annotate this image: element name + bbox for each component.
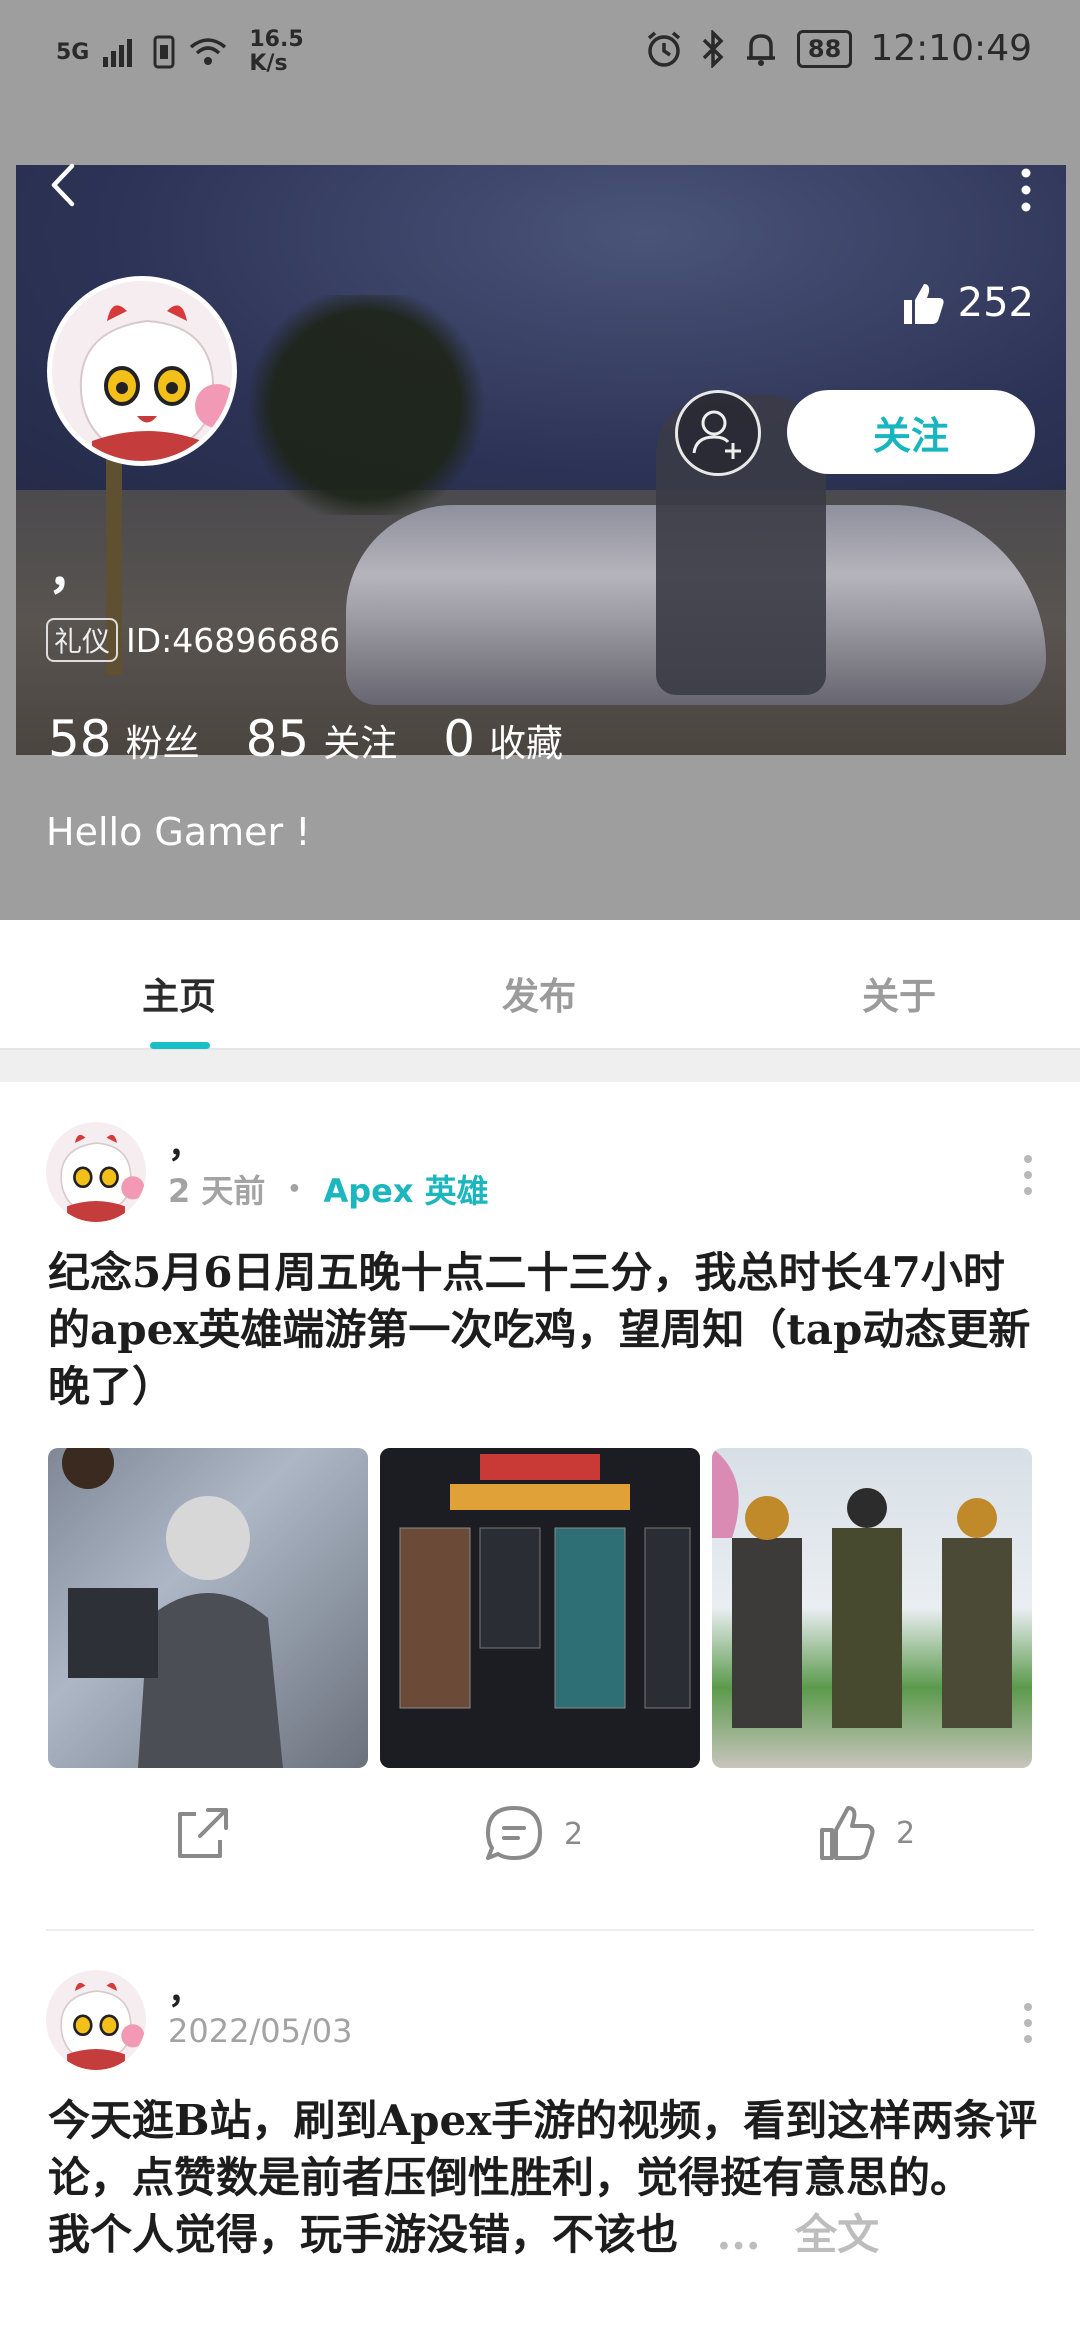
post-author-avatar[interactable] — [46, 1970, 146, 2070]
share-button[interactable] — [170, 1802, 232, 1864]
post-author-name[interactable]: ， — [168, 1118, 202, 1167]
profile-bio: Hello Gamer ! — [46, 810, 311, 854]
meta-separator: • — [287, 1176, 302, 1202]
post-text[interactable]: 今天逛B站，刷到Apex手游的视频，看到这样两条评论，点赞数是前者压倒性胜利，觉… — [48, 2092, 1038, 2263]
more-options-icon[interactable] — [1016, 165, 1036, 215]
profile-tabs: 主页 发布 关于 — [0, 920, 1080, 1050]
post-image[interactable] — [712, 1448, 1032, 1768]
post-time: 2 天前 — [168, 1172, 266, 1210]
profile-avatar[interactable] — [47, 276, 237, 466]
alarm-icon — [647, 31, 681, 67]
etiquette-badge: 礼仪 — [46, 618, 119, 662]
post-divider — [46, 1929, 1034, 1931]
followers-stat[interactable]: 58 粉丝 — [48, 710, 200, 768]
profile-id-row: 礼仪 ID:46896686 — [46, 618, 340, 662]
post-game-tag[interactable]: Apex 英雄 — [323, 1166, 488, 1212]
wifi-icon — [190, 38, 227, 65]
tab-about[interactable]: 关于 — [862, 966, 936, 1020]
thumb-up-icon — [903, 284, 944, 324]
post-actions: 2 2 — [0, 1802, 1080, 1892]
network-label: 5G — [56, 39, 90, 65]
post-author-avatar[interactable] — [46, 1122, 146, 1222]
sim-icon — [153, 35, 175, 69]
section-gap — [0, 1050, 1080, 1082]
active-tab-indicator — [150, 1042, 210, 1049]
post-more-icon[interactable] — [1022, 1154, 1034, 1196]
add-user-icon — [692, 410, 741, 459]
post-meta: 2022/05/03 — [168, 2012, 352, 2050]
like-count: 2 — [896, 1815, 916, 1851]
post-images — [48, 1448, 1032, 1768]
add-friend-button[interactable] — [675, 390, 761, 476]
network-speed: 16.5 K/s — [249, 27, 304, 76]
following-stat[interactable]: 85 关注 — [246, 710, 398, 768]
post-more-icon[interactable] — [1022, 2002, 1034, 2044]
read-more-link[interactable]: 全文 — [795, 2210, 879, 2259]
like-button[interactable]: 2 — [816, 1802, 915, 1864]
comment-button[interactable]: 2 — [482, 1802, 583, 1866]
clock: 12:10:49 — [870, 28, 1032, 69]
post-author-name[interactable]: ， — [168, 1964, 202, 2013]
follow-button[interactable]: 关注 — [787, 390, 1035, 474]
tab-posts[interactable]: 发布 — [502, 966, 576, 1020]
text-ellipsis: ... — [716, 2210, 761, 2259]
tab-home[interactable]: 主页 — [142, 966, 216, 1020]
profile-username: ， — [48, 544, 97, 600]
post-text[interactable]: 纪念5月6日周五晚十点二十三分，我总时长47小时的apex英雄端游第一次吃鸡，望… — [48, 1244, 1038, 1415]
favorites-stat[interactable]: 0 收藏 — [443, 710, 563, 768]
comment-count: 2 — [564, 1816, 584, 1852]
profile-stats: 58 粉丝 85 关注 0 收藏 — [48, 710, 609, 768]
thumb-up-icon — [820, 1806, 875, 1860]
post-card[interactable]: ， 2022/05/03 今天逛B站，刷到Apex手游的视频，看到这样两条评论，… — [0, 1932, 1080, 2340]
post-image[interactable] — [380, 1448, 700, 1768]
bell-icon — [746, 33, 775, 66]
profile-header: 5G 16.5 K/s 88 12:10:49 252 关注 ， 礼仪 ID:4… — [0, 0, 1080, 920]
signal-icon — [103, 39, 133, 67]
post-card[interactable]: ， 2 天前 • Apex 英雄 纪念5月6日周五晚十点二十三分，我总时长47小… — [0, 1082, 1080, 1932]
post-time: 2022/05/03 — [168, 2012, 353, 2050]
status-bar: 5G 16.5 K/s 88 12:10:49 — [0, 0, 1080, 110]
share-icon — [178, 1808, 228, 1858]
bluetooth-icon — [702, 29, 724, 68]
battery-indicator: 88 — [796, 29, 853, 68]
back-icon[interactable] — [40, 160, 90, 210]
profile-likes: 252 — [900, 280, 1034, 326]
post-image[interactable] — [48, 1448, 368, 1768]
post-meta: 2 天前 • Apex 英雄 — [168, 1166, 489, 1212]
profile-id: ID:46896686 — [126, 620, 341, 660]
comment-icon — [486, 1806, 542, 1860]
